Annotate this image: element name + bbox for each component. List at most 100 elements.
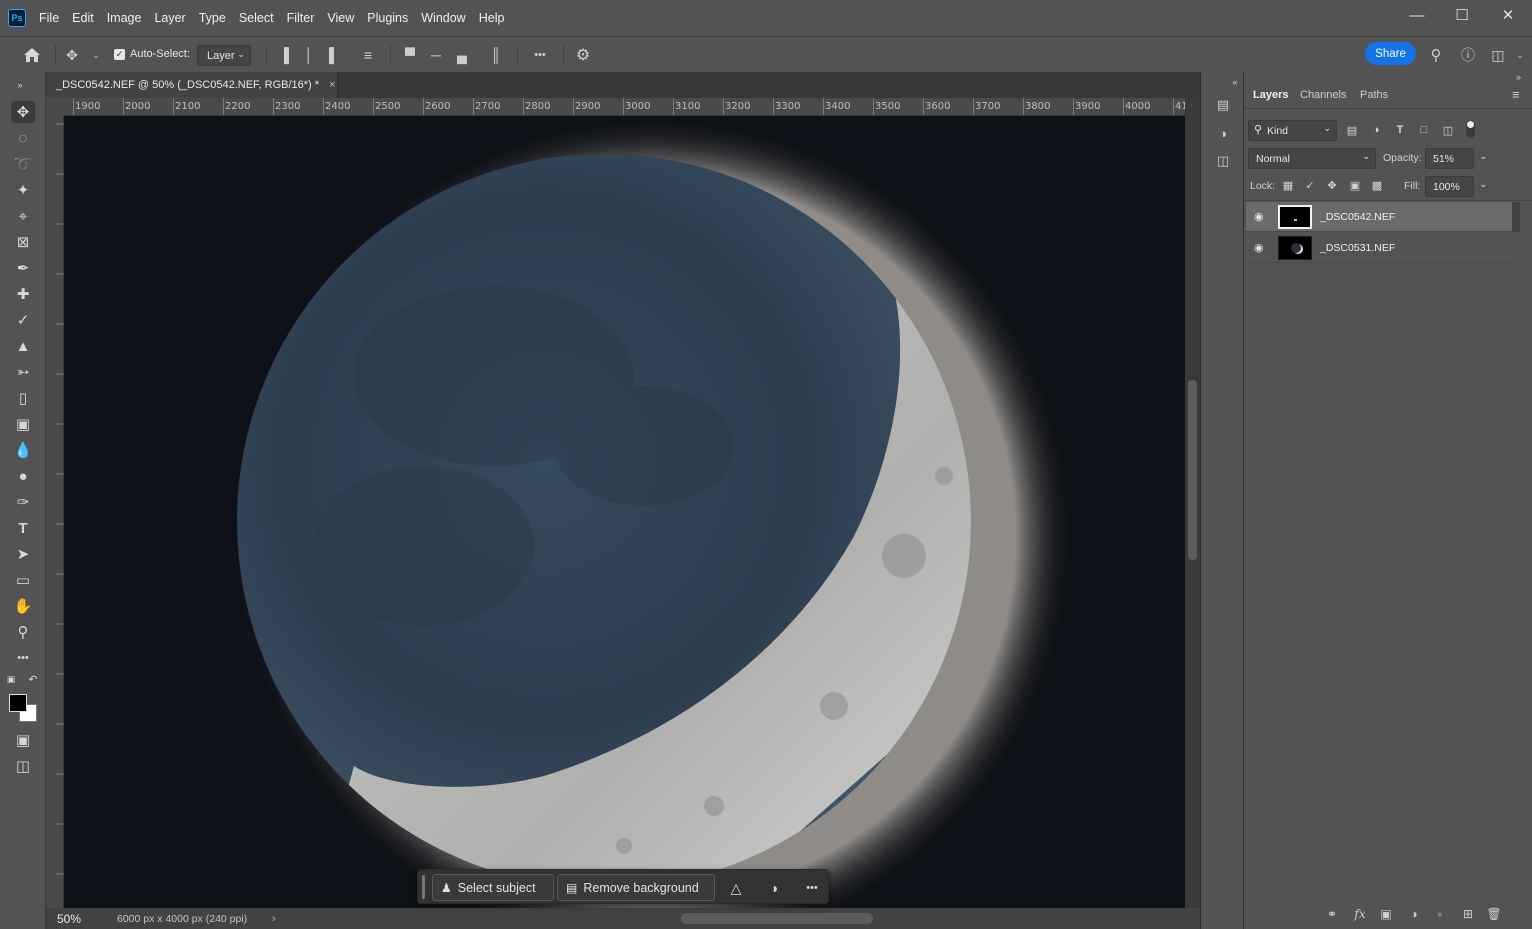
menu-edit[interactable]: Edit bbox=[72, 11, 94, 25]
screen-mode-icon[interactable]: ◫ bbox=[11, 755, 35, 777]
zoom-icon[interactable]: ⚲ bbox=[11, 621, 35, 643]
clone-stamp-icon[interactable]: ▲ bbox=[11, 335, 35, 357]
drag-handle[interactable] bbox=[422, 875, 425, 899]
collapse-panels-icon[interactable]: » bbox=[1516, 72, 1521, 82]
libraries-icon[interactable]: ▤ bbox=[1213, 95, 1233, 115]
link-layers-icon[interactable]: ⚭ bbox=[1323, 905, 1341, 923]
layer-row[interactable]: ◉ _DSC0531.NEF bbox=[1246, 233, 1512, 263]
tab-paths[interactable]: Paths bbox=[1360, 84, 1388, 108]
new-adjustment-layer-icon[interactable]: ◑ bbox=[1405, 905, 1423, 923]
zoom-level[interactable]: 50% bbox=[57, 912, 117, 926]
minimize-icon[interactable]: — bbox=[1394, 0, 1440, 30]
eraser-icon[interactable]: ▯ bbox=[11, 387, 35, 409]
more-options-icon[interactable]: ••• bbox=[801, 877, 823, 899]
more-options-icon[interactable]: ••• bbox=[528, 43, 552, 67]
menu-plugins[interactable]: Plugins bbox=[367, 11, 408, 25]
horizontal-scrollbar[interactable] bbox=[336, 912, 1226, 925]
foreground-color-swatch[interactable] bbox=[9, 694, 27, 712]
healing-brush-icon[interactable]: ✚ bbox=[11, 283, 35, 305]
home-icon[interactable] bbox=[20, 43, 44, 67]
panel-menu-icon[interactable]: ≡ bbox=[1512, 87, 1520, 102]
menu-window[interactable]: Window bbox=[421, 11, 465, 25]
more-tools-icon[interactable]: ••• bbox=[11, 647, 35, 669]
menu-filter[interactable]: Filter bbox=[287, 11, 315, 25]
quick-mask-icon[interactable]: ▣ bbox=[11, 729, 35, 751]
menu-layer[interactable]: Layer bbox=[154, 11, 185, 25]
align-bottom-icon[interactable]: ▄ bbox=[450, 43, 474, 67]
default-colors-icon[interactable]: ▣ bbox=[4, 672, 18, 686]
vertical-scrollbar[interactable] bbox=[1185, 98, 1200, 908]
new-group-icon[interactable]: ▫ bbox=[1431, 905, 1449, 923]
adjustments-icon[interactable]: ◑ bbox=[1213, 123, 1233, 143]
brush-icon[interactable]: ✓ bbox=[11, 309, 35, 331]
frame-tool-icon[interactable]: ⊠ bbox=[11, 231, 35, 253]
transform-icon[interactable]: △ bbox=[725, 877, 747, 899]
tab-channels[interactable]: Channels bbox=[1300, 84, 1346, 108]
gradient-icon[interactable]: ▣ bbox=[11, 413, 35, 435]
close-tab-icon[interactable]: × bbox=[329, 79, 335, 91]
menu-select[interactable]: Select bbox=[239, 11, 274, 25]
lock-image-pixels-icon[interactable]: ✓ bbox=[1302, 177, 1318, 193]
filter-shape-icon[interactable]: □ bbox=[1416, 122, 1432, 138]
align-top-icon[interactable]: ▀ bbox=[398, 43, 422, 67]
align-middle-vertical-icon[interactable]: ─ bbox=[424, 43, 448, 67]
chevron-down-icon[interactable]: ⌄ bbox=[1479, 151, 1487, 162]
filter-type-icon[interactable]: T bbox=[1392, 122, 1408, 138]
eye-icon[interactable]: ◉ bbox=[1254, 210, 1268, 224]
filter-adjustment-icon[interactable]: ◑ bbox=[1368, 122, 1384, 138]
hand-icon[interactable]: ✋ bbox=[11, 595, 35, 617]
vertical-scroll-thumb[interactable] bbox=[1188, 380, 1197, 560]
lock-position-icon[interactable]: ✥ bbox=[1324, 177, 1340, 193]
fx-icon[interactable]: fx bbox=[1351, 905, 1369, 923]
chevron-down-icon[interactable]: ⌄ bbox=[84, 43, 108, 67]
document-tab[interactable]: _DSC0542.NEF @ 50% (_DSC0542.NEF, RGB/16… bbox=[46, 72, 338, 98]
path-selection-icon[interactable]: ➤ bbox=[11, 543, 35, 565]
rectangle-icon[interactable]: ▭ bbox=[11, 569, 35, 591]
move-tool-icon[interactable]: ✥ bbox=[11, 101, 35, 123]
lock-transparent-pixels-icon[interactable]: ▦ bbox=[1280, 177, 1296, 193]
blur-icon[interactable]: 💧 bbox=[11, 439, 35, 461]
tab-layers[interactable]: Layers bbox=[1253, 84, 1288, 108]
type-tool-icon[interactable]: T bbox=[11, 517, 35, 539]
menu-type[interactable]: Type bbox=[199, 11, 226, 25]
layer-row[interactable]: ◉ _DSC0542.NEF bbox=[1246, 202, 1512, 232]
elliptical-marquee-icon[interactable]: ◌ bbox=[11, 127, 35, 149]
maximize-icon[interactable]: ☐ bbox=[1439, 0, 1485, 30]
chevron-down-icon[interactable]: ⌄ bbox=[1508, 43, 1532, 67]
delete-layer-icon[interactable]: 🗑 bbox=[1485, 905, 1503, 923]
select-subject-button[interactable]: ♟ Select subject bbox=[432, 874, 554, 901]
adjustment-icon[interactable]: ◑ bbox=[763, 877, 785, 899]
eyedropper-icon[interactable]: ✒ bbox=[11, 257, 35, 279]
help-icon[interactable]: ⓘ bbox=[1456, 43, 1480, 67]
chevron-down-icon[interactable]: ⌄ bbox=[1479, 179, 1487, 190]
chevron-right-icon[interactable]: › bbox=[272, 913, 276, 925]
swap-colors-icon[interactable]: ↶ bbox=[26, 672, 40, 686]
eye-icon[interactable]: ◉ bbox=[1254, 241, 1268, 255]
menu-view[interactable]: View bbox=[327, 11, 354, 25]
collapse-panels-icon[interactable]: « bbox=[1225, 72, 1245, 92]
pen-icon[interactable]: ✑ bbox=[11, 491, 35, 513]
gear-icon[interactable]: ⚙ bbox=[571, 43, 595, 67]
add-mask-icon[interactable]: ▣ bbox=[1377, 905, 1395, 923]
menu-help[interactable]: Help bbox=[479, 11, 505, 25]
crop-icon[interactable]: ⌖ bbox=[11, 205, 35, 227]
align-center-horizontal-icon[interactable]: │ bbox=[297, 43, 321, 67]
move-tool-preset-icon[interactable]: ✥ bbox=[60, 43, 84, 67]
remove-background-button[interactable]: ▤ Remove background bbox=[557, 874, 715, 901]
fill-field[interactable]: 100% ⌄ bbox=[1425, 176, 1487, 197]
workspace-icon[interactable]: ◫ bbox=[1486, 43, 1510, 67]
distribute-horizontal-icon[interactable]: ║ bbox=[484, 43, 508, 67]
document-canvas[interactable] bbox=[64, 116, 1185, 908]
filter-smart-object-icon[interactable]: ◫ bbox=[1440, 122, 1456, 138]
auto-select-target-dropdown[interactable]: Layer ⌄ bbox=[197, 45, 251, 66]
lock-artboard-icon[interactable]: ▣ bbox=[1347, 177, 1363, 193]
share-button[interactable]: Share bbox=[1365, 42, 1416, 65]
lasso-icon[interactable]: ➰ bbox=[11, 153, 35, 175]
horizontal-scroll-thumb[interactable] bbox=[681, 913, 873, 924]
close-window-icon[interactable]: ✕ bbox=[1485, 0, 1531, 30]
properties-icon[interactable]: ◫ bbox=[1213, 151, 1233, 171]
blend-mode-dropdown[interactable]: Normal ⌄ bbox=[1248, 148, 1376, 169]
auto-select-checkbox[interactable]: ✓ Auto-Select: bbox=[114, 48, 190, 60]
distribute-vertical-icon[interactable]: ≡ bbox=[356, 43, 380, 67]
layers-scrollbar[interactable] bbox=[1512, 202, 1520, 232]
